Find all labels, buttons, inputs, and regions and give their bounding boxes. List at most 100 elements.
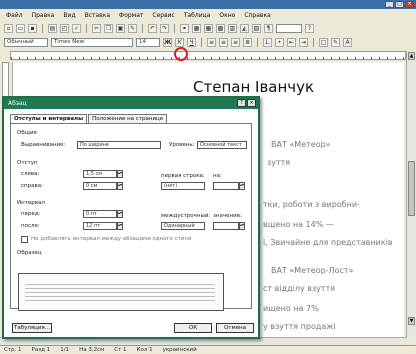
ok-button[interactable]: ОК: [174, 323, 212, 333]
scroll-down-icon[interactable]: ▼: [408, 317, 415, 325]
format-painter-icon[interactable]: ✎: [128, 23, 137, 33]
font-size-select[interactable]: 14: [136, 37, 160, 47]
show-formatting-icon[interactable]: ¶: [264, 23, 273, 33]
status-page: Стр. 1: [4, 347, 22, 353]
alignment-select[interactable]: По ширине: [77, 141, 161, 149]
help-icon[interactable]: ?: [305, 23, 314, 33]
open-folder-icon[interactable]: ▭: [16, 23, 25, 33]
spelling-icon[interactable]: ✓: [72, 23, 81, 33]
hyperlink-icon[interactable]: ⚭: [180, 23, 189, 33]
font-color-icon[interactable]: A: [343, 37, 352, 47]
indent-left-spinner[interactable]: ▴▾: [117, 170, 123, 178]
status-position: На 3,2см: [79, 347, 105, 353]
line-spacing-value-spinner[interactable]: ▴▾: [239, 222, 245, 230]
bold-button[interactable]: Ж: [163, 37, 172, 47]
new-document-icon[interactable]: ▫: [4, 23, 13, 33]
menu-help[interactable]: Справка: [244, 12, 270, 19]
font-select[interactable]: Times New: [51, 37, 133, 47]
menu-edit[interactable]: Правка: [32, 12, 55, 19]
redo-icon[interactable]: ↷: [160, 23, 169, 33]
status-bar: Стр. 1 Разд 1 1/1 На 3,2см Ст 1 Кол 1 ук…: [0, 345, 416, 354]
close-icon[interactable]: ×: [247, 99, 256, 107]
dialog-title: Абзац: [8, 100, 27, 107]
menu-format[interactable]: Формат: [119, 12, 143, 19]
toolbar-separator: [42, 23, 43, 33]
borders-icon[interactable]: □: [319, 37, 328, 47]
document-text-line: ищено на 7%: [263, 304, 319, 313]
scroll-thumb[interactable]: [408, 161, 415, 216]
menu-insert[interactable]: Вставка: [85, 12, 110, 19]
italic-button[interactable]: К: [175, 37, 184, 47]
copy-icon[interactable]: ❐: [104, 23, 113, 33]
align-right-icon[interactable]: ≡: [231, 37, 240, 47]
insert-excel-icon[interactable]: ▩: [216, 23, 225, 33]
word-window: _ □ × Файл Правка Вид Вставка Формат Сер…: [0, 0, 416, 354]
cancel-button[interactable]: Отмена: [216, 323, 254, 333]
bullets-icon[interactable]: •: [275, 37, 284, 47]
undo-icon[interactable]: ↶: [148, 23, 157, 33]
indent-left-input[interactable]: 1,5 см: [83, 170, 117, 178]
ruler-ticks: [11, 57, 405, 60]
spacing-before-spinner[interactable]: ▴▾: [117, 210, 123, 218]
decrease-indent-icon[interactable]: ⇤: [287, 37, 296, 47]
line-spacing-label: междустрочный:: [161, 213, 211, 219]
underline-button[interactable]: Ч: [187, 37, 196, 47]
style-select[interactable]: Обычный: [4, 37, 48, 47]
menu-table[interactable]: Таблица: [184, 12, 211, 19]
dialog-title-bar[interactable]: Абзац ? ×: [4, 98, 258, 109]
spacing-after-spinner[interactable]: ▴▾: [117, 222, 123, 230]
document-map-icon[interactable]: ▧: [252, 23, 261, 33]
indent-right-input[interactable]: 0 см: [83, 182, 117, 190]
menu-file[interactable]: Файл: [6, 12, 23, 19]
indent-right-spinner[interactable]: ▴▾: [117, 182, 123, 190]
no-space-same-style-label: Не добавлять интервал между абзацами одн…: [31, 236, 192, 242]
highlight-icon[interactable]: ✎: [331, 37, 340, 47]
line-spacing-select[interactable]: Одинарный: [161, 222, 205, 230]
minimize-icon[interactable]: _: [385, 1, 394, 8]
menu-window[interactable]: Окно: [219, 12, 235, 19]
first-line-label: первая строка:: [161, 173, 205, 179]
justify-icon[interactable]: ≣: [243, 37, 252, 47]
align-center-icon[interactable]: ≡: [219, 37, 228, 47]
indent-marker-highlight[interactable]: [174, 47, 188, 61]
menu-view[interactable]: Вид: [63, 12, 75, 19]
columns-icon[interactable]: ▥: [228, 23, 237, 33]
help-icon[interactable]: ?: [237, 99, 246, 107]
document-text-line: тки, роботи з виробни-: [263, 200, 360, 209]
level-select[interactable]: Основной текст: [197, 141, 247, 149]
menu-tools[interactable]: Сервис: [152, 12, 174, 19]
toolbar-separator: [257, 37, 258, 47]
align-left-icon[interactable]: ≡: [207, 37, 216, 47]
scroll-up-icon[interactable]: ▲: [408, 52, 415, 60]
close-icon[interactable]: ×: [405, 1, 414, 8]
no-space-same-style-checkbox[interactable]: [21, 236, 28, 243]
first-line-select[interactable]: (нет): [161, 182, 205, 190]
tab-indents-spacing[interactable]: Отступы и интервалы: [10, 114, 88, 123]
increase-indent-icon[interactable]: ⇥: [299, 37, 308, 47]
zoom-select[interactable]: [276, 23, 302, 33]
spacing-after-input[interactable]: 12 пт: [83, 222, 117, 230]
spacing-before-input[interactable]: 0 пт: [83, 210, 117, 218]
status-pages: 1/1: [60, 347, 70, 353]
paste-icon[interactable]: ▣: [116, 23, 125, 33]
tab-line-page-breaks[interactable]: Положение на странице: [88, 114, 168, 123]
group-general: Общие: [17, 130, 37, 136]
horizontal-ruler[interactable]: [10, 47, 406, 61]
print-preview-icon[interactable]: ◰: [60, 23, 69, 33]
status-section: Разд 1: [31, 347, 51, 353]
save-icon[interactable]: ▪: [28, 23, 37, 33]
maximize-icon[interactable]: □: [395, 1, 404, 8]
numbering-icon[interactable]: ⒈: [263, 37, 272, 47]
insert-table-icon[interactable]: ▦: [204, 23, 213, 33]
by-indent-spinner[interactable]: ▴▾: [239, 182, 245, 190]
tables-borders-icon[interactable]: ▦: [192, 23, 201, 33]
vertical-scrollbar[interactable]: ▲ ▼: [406, 51, 416, 338]
line-spacing-value-input[interactable]: [213, 222, 239, 230]
preview-lines: [25, 284, 215, 304]
indent-left-label: слева:: [21, 171, 40, 177]
print-icon[interactable]: ▤: [48, 23, 57, 33]
cut-icon[interactable]: ✂: [92, 23, 101, 33]
drawing-icon[interactable]: ◭: [240, 23, 249, 33]
by-indent-input[interactable]: [213, 182, 239, 190]
tabs-button[interactable]: Табуляция...: [12, 323, 52, 333]
